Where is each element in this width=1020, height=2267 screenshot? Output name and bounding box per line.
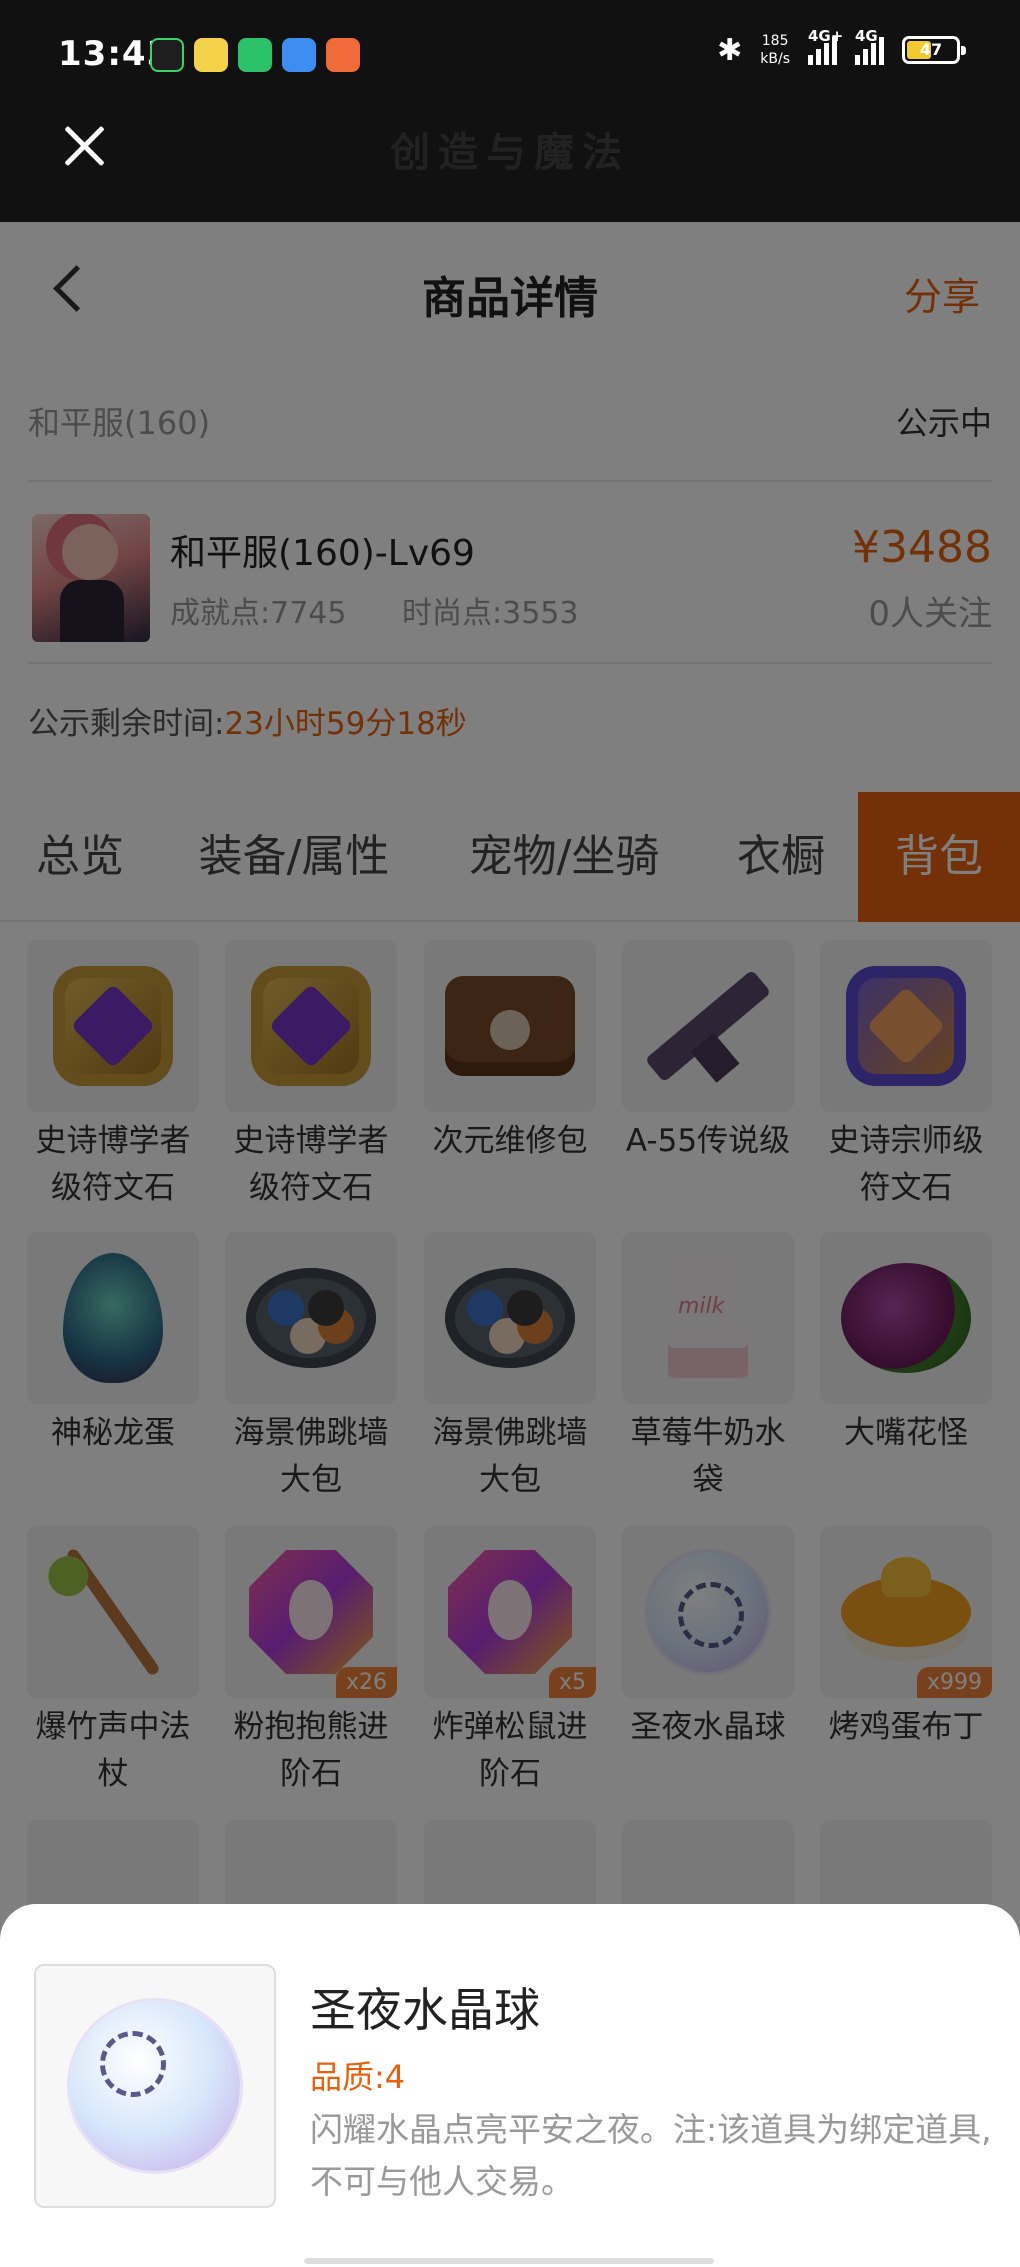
bluetooth-icon: ✱ [717, 32, 743, 68]
app-title: 创造与魔法 [390, 129, 630, 176]
photos-app-icon [194, 38, 228, 72]
item-detail-image [34, 1964, 276, 2208]
status-bar: 13:43 ✱ 185 kB/s 4G+ 4G 47 [0, 0, 1020, 110]
signal-icon-2: 4G [855, 27, 884, 65]
notification-icons [150, 38, 360, 72]
chat-app-icon [238, 38, 272, 72]
home-indicator [304, 2258, 714, 2264]
files-app-icon [282, 38, 316, 72]
status-indicators: ✱ 185 kB/s 4G+ 4G 47 [717, 27, 966, 68]
crystal-ball-icon [70, 2001, 240, 2171]
battery-icon: 47 [902, 36, 966, 64]
music-app-icon [150, 38, 184, 72]
item-detail-description: 闪耀水晶点亮平安之夜。注:该道具为绑定道具,不可与他人交易。 [310, 2110, 992, 2201]
network-speed: 185 kB/s [760, 33, 790, 67]
item-detail-sheet: 圣夜水晶球 品质:4 闪耀水晶点亮平安之夜。注:该道具为绑定道具,不可与他人交易… [0, 1904, 1020, 2267]
item-detail-name: 圣夜水晶球 [310, 1983, 540, 2037]
item-detail-quality: 品质:4 [310, 2058, 406, 2096]
signal-icon: 4G+ [808, 27, 843, 65]
shop-app-icon [326, 38, 360, 72]
